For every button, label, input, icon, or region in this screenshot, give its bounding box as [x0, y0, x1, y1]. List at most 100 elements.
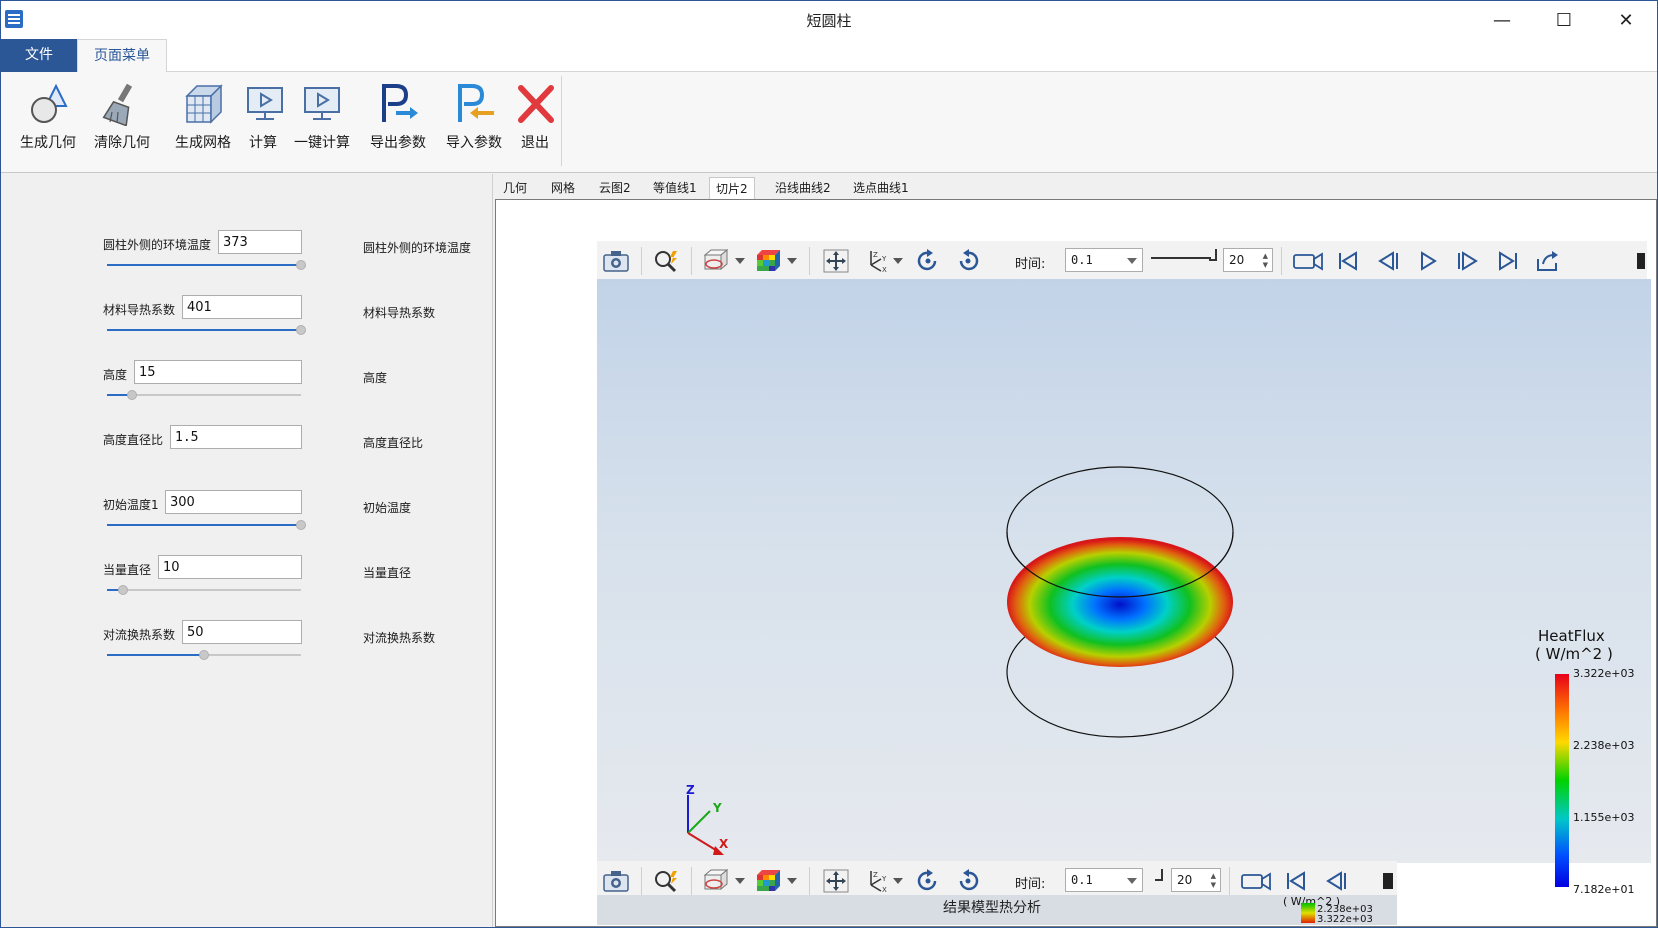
axis-z-label: Z [686, 783, 695, 797]
slider-thumb[interactable] [199, 650, 209, 660]
skip-first-icon[interactable] [1283, 869, 1309, 893]
video-record-icon[interactable] [1293, 249, 1323, 273]
frames-spinbox[interactable]: 20 ▲ ▼ [1223, 248, 1273, 272]
toolbar-overflow-icon[interactable] [1383, 873, 1393, 889]
tab-line-curve-2[interactable]: 沿线曲线2 [769, 177, 837, 200]
frames-spinbox[interactable]: 20 ▲ ▼ [1171, 868, 1221, 892]
pan-icon[interactable] [823, 249, 849, 273]
toolbar-overflow-icon[interactable] [1637, 253, 1645, 269]
conductivity-input[interactable] [182, 295, 302, 319]
spin-down-icon[interactable]: ▼ [1211, 881, 1216, 889]
timeline-track[interactable] [1151, 257, 1211, 259]
spin-up-icon[interactable]: ▲ [1211, 872, 1216, 880]
tab-isoline-1[interactable]: 等值线1 [647, 177, 703, 200]
generate-mesh-button[interactable]: 生成网格 [167, 82, 239, 162]
rotate-cw-icon[interactable] [915, 249, 941, 273]
skip-last-icon[interactable] [1495, 249, 1521, 273]
rotate-cw-icon[interactable] [915, 869, 941, 893]
maximize-icon: ☐ [1555, 9, 1573, 31]
slider-thumb[interactable] [117, 585, 128, 595]
tab-page-menu[interactable]: 页面菜单 [77, 39, 167, 73]
tab-mesh[interactable]: 网格 [545, 177, 581, 200]
chevron-down-icon[interactable] [893, 258, 903, 264]
zoom-icon[interactable] [653, 249, 679, 273]
skip-first-icon[interactable] [1335, 249, 1361, 273]
zoom-icon[interactable] [653, 869, 679, 893]
equivalent-diameter-slider[interactable] [107, 585, 301, 595]
clip-box-icon[interactable] [703, 868, 729, 893]
timeline-handle[interactable] [1155, 869, 1163, 881]
minimize-button[interactable]: — [1471, 1, 1533, 39]
ambient-temp-input[interactable] [218, 230, 302, 254]
ambient-temp-slider[interactable] [107, 260, 306, 270]
spin-up-icon[interactable]: ▲ [1263, 252, 1268, 260]
camera-icon[interactable] [603, 869, 629, 893]
axis-y-label: Y [713, 801, 722, 815]
slider-thumb[interactable] [296, 325, 306, 335]
height-input[interactable] [134, 360, 302, 384]
slider-thumb[interactable] [127, 390, 138, 400]
tab-geometry[interactable]: 几何 [497, 177, 533, 200]
aspect-ratio-input[interactable] [170, 425, 302, 449]
tab-point-curve-1[interactable]: 选点曲线1 [847, 177, 915, 200]
spin-down-icon[interactable]: ▼ [1263, 261, 1268, 269]
axes-orient-icon[interactable]: ZYX [863, 869, 889, 894]
param-label: 圆柱外侧的环境温度 [103, 238, 212, 252]
pan-icon[interactable] [823, 869, 849, 893]
slider-thumb[interactable] [296, 260, 306, 270]
step-forward-icon[interactable] [1455, 249, 1481, 273]
close-button[interactable]: ✕ [1595, 1, 1657, 39]
svg-text:Y: Y [881, 255, 887, 263]
clear-geometry-button[interactable]: 清除几何 [89, 82, 155, 162]
initial-temp-input[interactable] [165, 490, 302, 514]
one-click-compute-button[interactable]: 一键计算 [289, 82, 355, 162]
video-record-icon[interactable] [1241, 869, 1271, 893]
color-cube-icon[interactable] [755, 869, 781, 893]
step-back-icon[interactable] [1375, 249, 1401, 273]
convection-input[interactable] [182, 620, 302, 644]
slider-thumb[interactable] [296, 520, 306, 530]
export-params-button[interactable]: 导出参数 [365, 82, 431, 162]
convection-slider[interactable] [107, 650, 301, 660]
tab-slice-2[interactable]: 切片2 [709, 177, 755, 200]
exit-button[interactable]: 退出 [513, 82, 557, 162]
conductivity-slider[interactable] [107, 325, 306, 335]
legend-colorbar [1555, 674, 1569, 887]
3d-viewport[interactable]: Z Y X [597, 279, 1651, 863]
param-equivalent-diameter: 当量直径 当量直径 [1, 555, 493, 615]
ribbon-panel: 生成几何 清除几何 生成网格 计算 一键计算 导出参数 导入参数 退出 [1, 72, 1657, 173]
step-back-icon[interactable] [1323, 869, 1349, 893]
color-cube-icon[interactable] [755, 249, 781, 273]
export-params-label: 导出参数 [370, 135, 426, 151]
clip-box-icon[interactable] [703, 248, 729, 273]
tab-file[interactable]: 文件 [1, 39, 77, 72]
view-tab-bar: 几何 网格 云图2 等值线1 切片2 沿线曲线2 选点曲线1 [495, 174, 1657, 200]
rotate-ccw-icon[interactable] [955, 249, 981, 273]
chevron-down-icon[interactable] [735, 878, 745, 884]
export-icon[interactable] [1535, 249, 1561, 273]
legend-tick: 2.238e+03 [1573, 739, 1635, 752]
time-select[interactable]: 0.1 [1065, 868, 1143, 892]
param-description: 高度直径比 [363, 436, 424, 450]
window-title: 短圆柱 [806, 12, 852, 30]
camera-icon[interactable] [603, 249, 629, 273]
time-select[interactable]: 0.1 [1065, 248, 1143, 272]
param-conductivity: 材料导热系数 材料导热系数 [1, 295, 493, 355]
initial-temp-slider[interactable] [107, 520, 306, 530]
maximize-button[interactable]: ☐ [1533, 1, 1595, 39]
equivalent-diameter-input[interactable] [158, 555, 302, 579]
compute-button[interactable]: 计算 [243, 82, 283, 162]
generate-geometry-button[interactable]: 生成几何 [15, 82, 81, 162]
axes-orient-icon[interactable]: ZYX [863, 249, 889, 274]
param-description: 初始温度 [363, 501, 412, 515]
rotate-ccw-icon[interactable] [955, 869, 981, 893]
chevron-down-icon[interactable] [787, 878, 797, 884]
chevron-down-icon[interactable] [735, 258, 745, 264]
import-params-button[interactable]: 导入参数 [441, 82, 507, 162]
height-slider[interactable] [107, 390, 301, 400]
chevron-down-icon[interactable] [787, 258, 797, 264]
timeline-handle[interactable] [1209, 249, 1217, 261]
play-icon[interactable] [1415, 249, 1441, 273]
chevron-down-icon[interactable] [893, 878, 903, 884]
tab-contour-2[interactable]: 云图2 [593, 177, 637, 200]
